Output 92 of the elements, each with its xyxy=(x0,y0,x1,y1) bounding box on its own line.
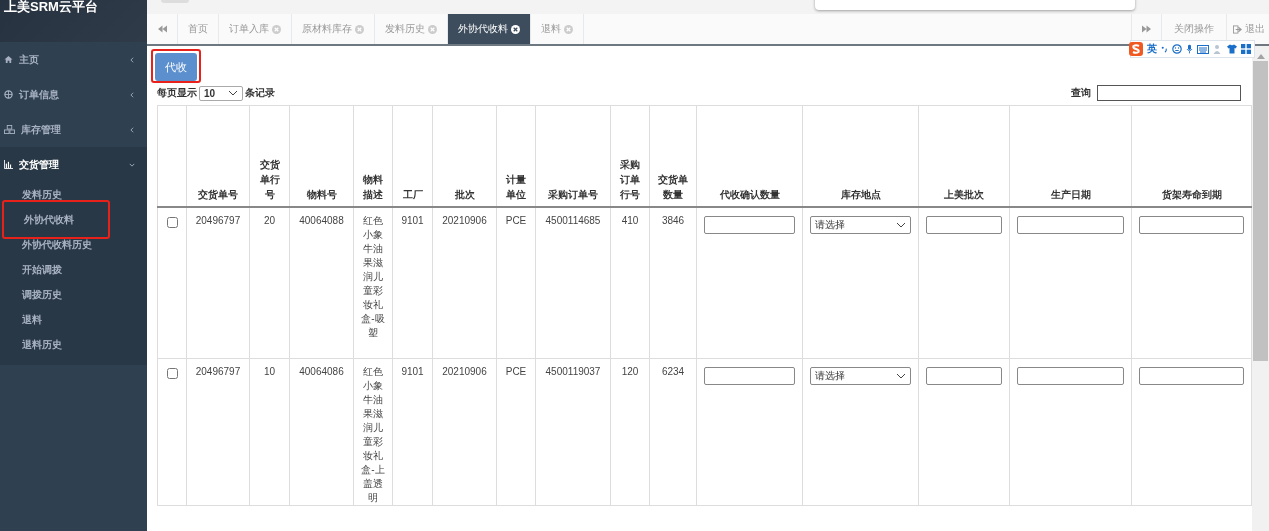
search-field[interactable] xyxy=(1097,85,1241,101)
tab[interactable]: 外协代收料 xyxy=(448,14,531,44)
column-header: 库存地点 xyxy=(802,105,919,207)
column-header: 物料描述 xyxy=(353,105,393,207)
sidebar-item[interactable]: 交货管理 xyxy=(0,147,147,182)
column-header: 代收确认数量 xyxy=(696,105,803,207)
table-cell: 20496797 xyxy=(186,207,250,359)
chevron-left-icon xyxy=(129,56,135,63)
column-header: 采购订单行号 xyxy=(610,105,650,207)
scroll-up-icon[interactable] xyxy=(1256,54,1265,59)
keyboard-icon[interactable] xyxy=(1197,44,1209,54)
table-cell: PCE xyxy=(496,358,536,506)
column-header: 批次 xyxy=(432,105,497,207)
punctuation-icon[interactable] xyxy=(1161,45,1168,53)
table-cell: PCE xyxy=(496,207,536,359)
table-cell: 10 xyxy=(249,358,290,506)
home-icon xyxy=(4,55,13,64)
collect-button[interactable]: 代收 xyxy=(155,53,197,81)
sidebar-subitem[interactable]: 外协代收料 xyxy=(2,200,110,239)
sidebar-item[interactable]: 主页 xyxy=(0,42,147,77)
close-icon[interactable] xyxy=(511,24,520,34)
globe-icon xyxy=(4,90,13,99)
location-select[interactable]: 请选择 xyxy=(810,367,911,385)
chevron-left-icon xyxy=(129,126,135,133)
table-cell: 4500114685 xyxy=(535,207,611,359)
column-header: 采购订单号 xyxy=(535,105,611,207)
row-checkbox[interactable] xyxy=(166,217,178,228)
row-checkbox[interactable] xyxy=(166,368,178,379)
quantity-input-field[interactable] xyxy=(704,216,795,234)
double-right-arrow-icon xyxy=(1142,25,1151,33)
cubes-icon xyxy=(4,125,15,134)
location-select[interactable]: 请选择 xyxy=(810,216,911,234)
table-cell: 20 xyxy=(249,207,290,359)
tab[interactable]: 原材料库存 xyxy=(292,14,375,44)
app-title: 上美SRM云平台 xyxy=(4,0,99,14)
tab[interactable]: 退料 xyxy=(531,14,584,44)
production-date-field[interactable] xyxy=(1017,216,1124,234)
tab[interactable]: 首页 xyxy=(178,14,219,44)
table-cell: 6234 xyxy=(649,358,697,506)
chevron-down-icon xyxy=(129,161,135,168)
scrollbar[interactable] xyxy=(1252,46,1269,531)
table-cell: 40064086 xyxy=(289,358,354,506)
page-length-select[interactable]: 10 xyxy=(199,85,243,101)
table-cell: 红色小象牛油果滋润儿童彩妆礼盒-吸塑 xyxy=(353,207,393,359)
column-header: 物料号 xyxy=(289,105,354,207)
user-icon[interactable] xyxy=(1213,44,1223,54)
table-cell: 20210906 xyxy=(432,358,497,506)
sidebar-subitem[interactable]: 退料历史 xyxy=(0,332,68,357)
bar-chart-icon xyxy=(4,160,13,169)
quantity-input-field[interactable] xyxy=(704,367,795,385)
table-cell: 4500119037 xyxy=(535,358,611,506)
batch-input-field[interactable] xyxy=(926,367,1002,385)
caret-icon xyxy=(228,90,238,96)
expiry-date-field[interactable] xyxy=(1139,216,1244,234)
sidebar-item[interactable]: 订单信息 xyxy=(0,77,147,112)
double-left-arrow-icon xyxy=(157,25,167,33)
smiley-icon[interactable] xyxy=(1172,44,1182,54)
caret-icon xyxy=(896,222,906,228)
expiry-date-field[interactable] xyxy=(1139,367,1244,385)
microphone-icon[interactable] xyxy=(1186,44,1193,54)
table-cell: 9101 xyxy=(392,358,433,506)
input-mode-label[interactable]: 英 xyxy=(1147,42,1157,56)
caret-icon xyxy=(896,373,906,379)
search-label: 查询 xyxy=(1071,86,1091,100)
chevron-left-icon xyxy=(129,91,135,98)
table-cell: 410 xyxy=(610,207,650,359)
table-cell: 20210906 xyxy=(432,207,497,359)
column-header: 工厂 xyxy=(392,105,433,207)
sidebar-item[interactable]: 库存管理 xyxy=(0,112,147,147)
table-cell: 9101 xyxy=(392,207,433,359)
column-header: 交货单号 xyxy=(186,105,250,207)
production-date-field[interactable] xyxy=(1017,367,1124,385)
batch-input-field[interactable] xyxy=(926,216,1002,234)
column-header: 交货单行号 xyxy=(249,105,290,207)
sidebar-subitem[interactable]: 退料 xyxy=(0,307,48,332)
tab[interactable]: 订单入库 xyxy=(219,14,292,44)
logout-icon xyxy=(1233,24,1242,34)
table-cell: 20496797 xyxy=(186,358,250,506)
sidebar-subitem[interactable]: 开始调拨 xyxy=(0,257,68,282)
column-header: 生产日期 xyxy=(1009,105,1132,207)
grid-icon[interactable] xyxy=(1241,44,1251,54)
page-length-label: 每页显示 xyxy=(157,86,197,100)
column-header: 上美批次 xyxy=(918,105,1010,207)
table-cell: 40064088 xyxy=(289,207,354,359)
sidebar-subitem[interactable]: 调拨历史 xyxy=(0,282,68,307)
table-cell: 红色小象牛油果滋润儿童彩妆礼盒-上盖透明 xyxy=(353,358,393,506)
page-length-suffix: 条记录 xyxy=(245,86,275,100)
column-header: 交货单数量 xyxy=(649,105,697,207)
column-header: 计量单位 xyxy=(496,105,536,207)
table-cell: 120 xyxy=(610,358,650,506)
table-cell: 3846 xyxy=(649,207,697,359)
shirt-icon[interactable] xyxy=(1227,44,1237,54)
